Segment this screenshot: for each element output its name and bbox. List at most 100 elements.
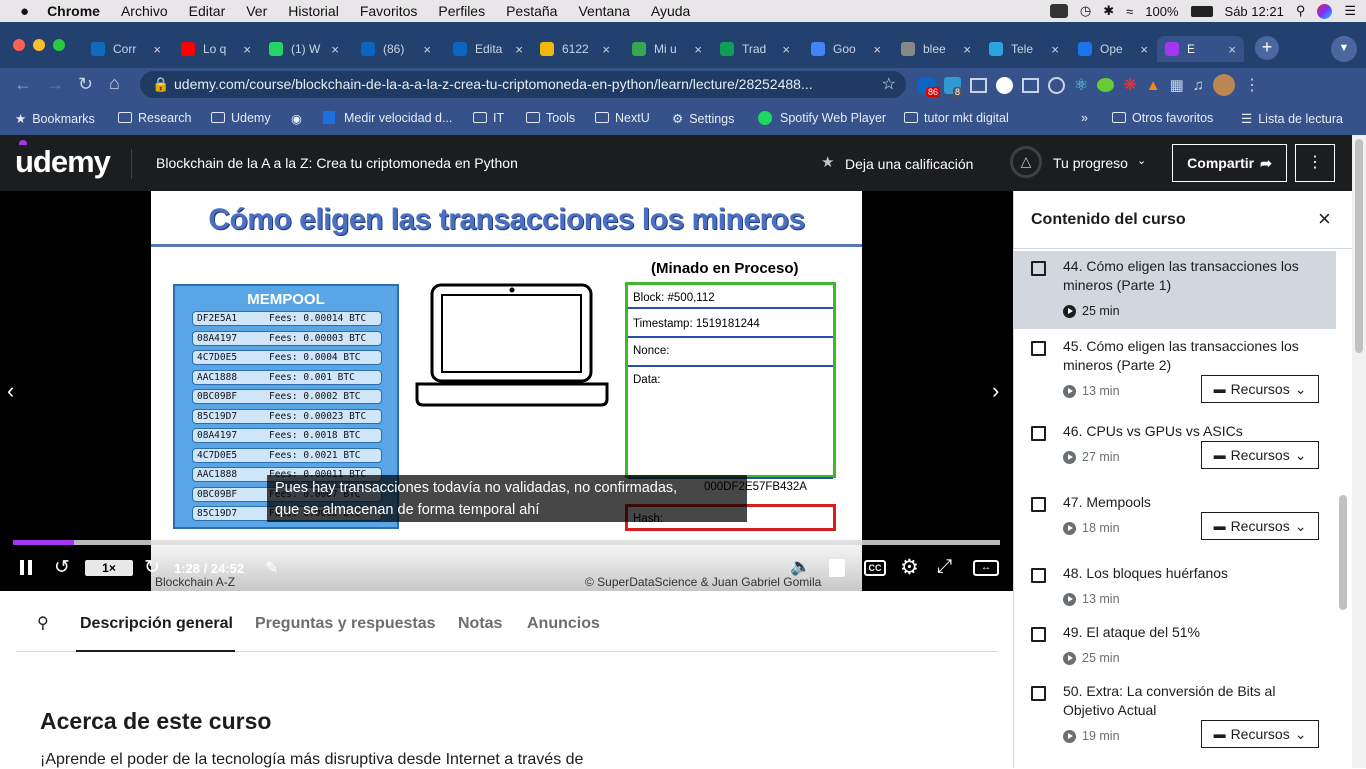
menu-archivo[interactable]: Archivo <box>121 3 168 19</box>
bookmark-settings[interactable]: ⚙ Settings <box>672 111 734 126</box>
rate-course-link[interactable]: Deja una calificación <box>845 156 973 172</box>
bookmark-it[interactable]: IT <box>473 111 504 125</box>
browser-tab[interactable]: Corr × <box>83 36 169 62</box>
scrollbar-thumb[interactable] <box>1355 139 1363 353</box>
volume-icon[interactable]: 🔈 <box>790 557 811 577</box>
media-control-icon[interactable]: ♫ <box>1193 77 1204 94</box>
fullscreen-window-icon[interactable] <box>53 39 65 51</box>
bookmark-note-icon[interactable]: ✎ <box>265 558 278 578</box>
resources-button[interactable]: ▬ Recursos ⌄ <box>1201 720 1319 748</box>
transcript-icon[interactable] <box>829 559 845 577</box>
control-center-icon[interactable]: ☰ <box>1344 3 1356 19</box>
menu-ver[interactable]: Ver <box>246 3 267 19</box>
close-window-icon[interactable] <box>13 39 25 51</box>
search-icon[interactable]: ⚲ <box>37 613 49 633</box>
linkedin-ext-icon[interactable]: 86 <box>918 76 941 97</box>
tab-close-icon[interactable]: × <box>243 42 251 57</box>
forward-icon[interactable]: → <box>46 74 64 95</box>
tab-close-icon[interactable]: × <box>963 42 971 57</box>
tab-notas[interactable]: Notas <box>458 615 502 633</box>
bookmark-star-icon[interactable]: ☆ <box>882 71 896 98</box>
share-button[interactable]: Compartir ➦ <box>1172 144 1287 182</box>
expand-view-icon[interactable]: ↔ <box>973 560 999 576</box>
menu-favoritos[interactable]: Favoritos <box>360 3 418 19</box>
browser-tab[interactable]: Trad × <box>712 36 798 62</box>
pause-icon[interactable] <box>20 560 24 575</box>
lesson-item[interactable]: 48. Los bloques huérfanos 13 min <box>1014 558 1336 615</box>
lesson-checkbox[interactable] <box>1031 627 1046 642</box>
browser-tab[interactable]: E × <box>1157 36 1244 62</box>
resources-button[interactable]: ▬ Recursos ⌄ <box>1201 512 1319 540</box>
address-bar[interactable]: 🔒 udemy.com/course/blockchain-de-la-a-a-… <box>140 71 906 98</box>
lesson-checkbox[interactable] <box>1031 568 1046 583</box>
battery-icon[interactable] <box>1190 5 1213 17</box>
browser-tab[interactable]: Goo × <box>803 36 889 62</box>
circle-ext-icon[interactable] <box>1048 76 1065 94</box>
bookmark-bookmarks[interactable]: ★ Bookmarks <box>15 111 95 126</box>
lesson-item[interactable]: 49. El ataque del 51% 25 min <box>1014 617 1336 674</box>
browser-tab[interactable]: (86) × <box>353 36 439 62</box>
tab-close-icon[interactable]: × <box>782 42 790 57</box>
vpn-icon[interactable] <box>1049 4 1068 18</box>
bookmark-medir-velocidad[interactable]: Medir velocidad d... <box>323 111 452 125</box>
spotlight-icon[interactable]: ⚲ <box>1296 3 1306 19</box>
bookmark-otros-favoritos[interactable]: Otros favoritos <box>1112 111 1213 125</box>
time-machine-icon[interactable]: ◷ <box>1080 3 1091 19</box>
siri-icon[interactable] <box>1317 3 1333 19</box>
fullscreen-icon[interactable]: ⤢ <box>937 556 952 578</box>
bookmark-spotify[interactable]: Spotify Web Player <box>758 111 886 125</box>
menu-app[interactable]: Chrome <box>47 3 100 19</box>
bookmark-tutor[interactable]: tutor mkt digital <box>904 111 1009 125</box>
tab-close-icon[interactable]: × <box>1140 42 1148 57</box>
wifi-icon[interactable]: ≈ <box>1126 4 1133 19</box>
bookmarks-overflow[interactable]: » <box>1081 111 1088 125</box>
trophy-icon[interactable]: △ <box>1010 146 1042 178</box>
tab-close-icon[interactable]: × <box>1228 42 1236 57</box>
lesson-item[interactable]: 46. CPUs vs GPUs vs ASICs 27 min ▬ Recursos… <box>1014 416 1336 485</box>
captions-icon[interactable]: CC <box>864 560 886 576</box>
new-tab-button[interactable]: + <box>1255 36 1279 60</box>
menu-historial[interactable]: Historial <box>288 3 339 19</box>
next-lecture-icon[interactable]: › <box>992 378 999 404</box>
bookmark-tools[interactable]: Tools <box>526 111 575 125</box>
resources-button[interactable]: ▬ Recursos ⌄ <box>1201 375 1319 403</box>
tab-descripcion[interactable]: Descripción general <box>80 615 233 633</box>
sidebar-scrollbar-thumb[interactable] <box>1339 495 1347 610</box>
browser-tab[interactable]: blee × <box>893 36 979 62</box>
chrome-menu-icon[interactable]: ⋮ <box>1244 75 1260 95</box>
profile-avatar[interactable] <box>1213 74 1236 96</box>
settings-gear-icon[interactable]: ⚙ <box>900 555 919 580</box>
close-icon[interactable]: × <box>1318 206 1331 232</box>
tab-close-icon[interactable]: × <box>694 42 702 57</box>
tab-close-icon[interactable]: × <box>515 42 523 57</box>
lesson-checkbox[interactable] <box>1031 686 1046 701</box>
rewind-icon[interactable]: ↺ <box>54 556 70 579</box>
lock-icon[interactable]: 🔒 <box>152 71 169 98</box>
course-title[interactable]: Blockchain de la A a la Z: Crea tu cript… <box>156 155 518 171</box>
playback-speed-button[interactable]: 1× <box>85 560 133 576</box>
bluetooth-icon[interactable]: ✱ <box>1103 3 1114 19</box>
progress-button[interactable]: Tu progreso <box>1053 155 1128 171</box>
bug-ext-icon[interactable]: ❋ <box>1123 75 1136 95</box>
back-icon[interactable]: ← <box>14 74 32 95</box>
browser-tab[interactable]: 6122 × <box>532 36 618 62</box>
browser-tab[interactable]: Mi u × <box>624 36 710 62</box>
bookmark-research[interactable]: Research <box>118 111 192 125</box>
browser-tab[interactable]: Ope × <box>1070 36 1156 62</box>
browser-tab[interactable]: (1) W × <box>261 36 347 62</box>
face-ext-icon[interactable] <box>996 76 1013 94</box>
reload-icon[interactable]: ↻ <box>78 74 93 95</box>
page-scrollbar[interactable] <box>1352 135 1366 768</box>
box-ext-icon[interactable] <box>1022 77 1039 93</box>
tab-close-icon[interactable]: × <box>873 42 881 57</box>
chevron-down-icon[interactable]: ⌄ <box>1137 154 1146 167</box>
udemy-logo[interactable]: udemy <box>15 144 111 180</box>
menu-ayuda[interactable]: Ayuda <box>651 3 690 19</box>
grid-ext-icon[interactable] <box>970 77 987 93</box>
browser-tab[interactable]: Tele × <box>981 36 1067 62</box>
bookmark-udemy[interactable]: Udemy <box>211 111 271 125</box>
tab-close-icon[interactable]: × <box>331 42 339 57</box>
puzzle-extensions-icon[interactable]: ▦ <box>1170 76 1184 94</box>
metamask-icon[interactable]: ▲ <box>1146 77 1161 94</box>
reading-list[interactable]: ☰ Lista de lectura <box>1241 111 1343 126</box>
